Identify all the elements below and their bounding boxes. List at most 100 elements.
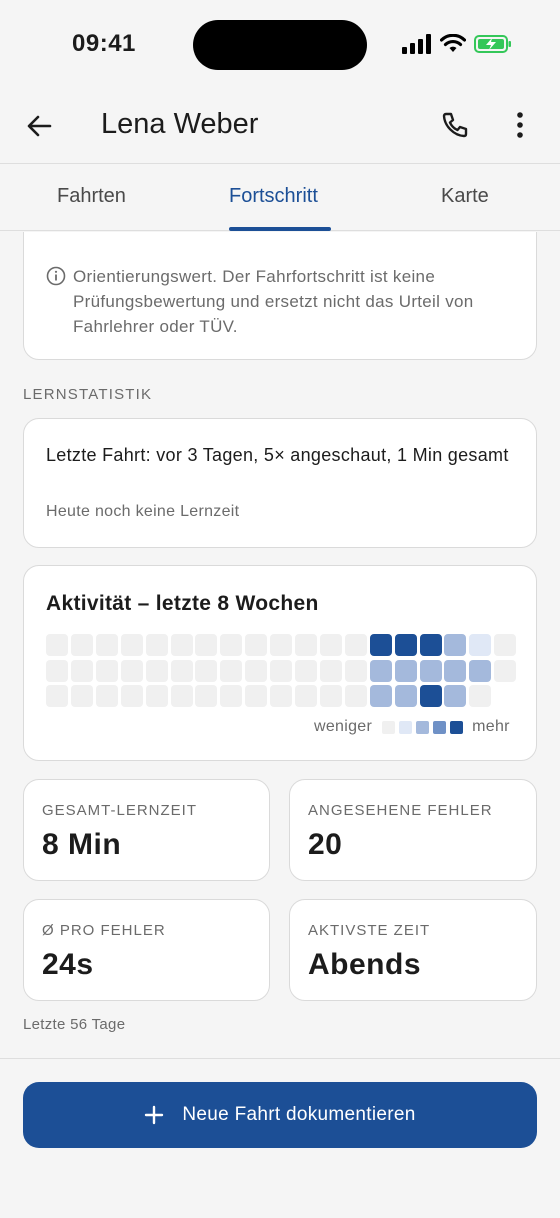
heatmap-cell [245, 685, 268, 707]
heatmap-cell [46, 634, 68, 656]
heatmap-cell [195, 634, 218, 656]
call-button[interactable] [440, 110, 470, 140]
heatmap-cell [220, 685, 243, 707]
heatmap-cell [120, 659, 143, 682]
stat-card-per-error: Ø PRO FEHLER 24s [23, 899, 270, 1001]
stat-label: AKTIVSTE ZEIT [308, 922, 431, 939]
new-drive-button[interactable]: Neue Fahrt dokumentieren [23, 1082, 537, 1148]
heatmap-cell [319, 685, 342, 707]
heatmap-cell [170, 634, 193, 656]
battery-charging-icon [474, 35, 511, 53]
heatmap-legend: weniger mehr [314, 718, 510, 736]
more-vertical-icon [517, 112, 523, 138]
heatmap-cell [95, 634, 118, 656]
status-bar: 09:41 [0, 0, 560, 92]
stat-value: Abends [308, 948, 422, 981]
heatmap-cell [494, 659, 517, 682]
heatmap-cell [444, 634, 467, 656]
last-session-card: Letzte Fahrt: vor 3 Tagen, 5× angeschaut… [23, 418, 537, 548]
stat-label: GESAMT-LERNZEIT [42, 802, 198, 819]
heatmap-cell [394, 659, 417, 682]
progress-content[interactable]: Orientierungswert. Der Fahrfortschritt i… [0, 232, 560, 1058]
heatmap-cell [170, 685, 193, 707]
heatmap-cell [419, 685, 442, 707]
heatmap-cell [469, 659, 492, 682]
stat-value: 20 [308, 828, 343, 861]
heatmap-cell [295, 659, 317, 682]
heatmap-cell [220, 634, 243, 656]
new-drive-label: Neue Fahrt dokumentieren [182, 1104, 416, 1125]
heatmap-cell [469, 634, 492, 656]
activity-title: Aktivität – letzte 8 Wochen [46, 592, 319, 615]
stat-card-errors-viewed: ANGESEHENE FEHLER 20 [289, 779, 537, 881]
heatmap-cell [295, 685, 317, 707]
heatmap-cell [295, 634, 317, 656]
tab-fahrten[interactable]: Fahrten [57, 185, 126, 208]
heatmap-cell [145, 659, 168, 682]
heatmap-cell [344, 634, 367, 656]
legend-level-0 [382, 720, 396, 734]
heatmap-cell [394, 685, 417, 707]
heatmap-cell [469, 685, 492, 707]
phone-icon [442, 112, 468, 138]
heatmap-cell [419, 634, 442, 656]
heatmap-cell [270, 634, 293, 656]
stat-card-most-active-time: AKTIVSTE ZEIT Abends [289, 899, 537, 1001]
status-icons [402, 34, 512, 54]
page-title: Lena Weber [101, 108, 259, 140]
legend-level-3 [433, 720, 447, 734]
tab-fortschritt[interactable]: Fortschritt [229, 185, 318, 208]
heatmap-cell [419, 659, 442, 682]
tab-bar: Fahrten Fortschritt Karte [0, 165, 560, 231]
heatmap-cell [46, 659, 68, 682]
today-status: Heute noch keine Lernzeit [46, 503, 240, 520]
heatmap-cell [494, 634, 517, 656]
legend-level-1 [399, 720, 413, 734]
more-options-button[interactable] [508, 110, 532, 140]
heatmap-cell [344, 685, 367, 707]
heatmap-cell [344, 659, 367, 682]
last-session-summary: Letzte Fahrt: vor 3 Tagen, 5× angeschaut… [46, 445, 509, 465]
app-header: Lena Weber [0, 92, 560, 164]
heatmap-cell [70, 659, 93, 682]
stat-value: 24s [42, 948, 94, 981]
heatmap-cell [444, 659, 467, 682]
heatmap-cell [120, 685, 143, 707]
legend-more-label: mehr [472, 718, 510, 735]
active-tab-indicator [229, 227, 331, 231]
status-time: 09:41 [72, 30, 136, 57]
heatmap-cell [369, 685, 392, 707]
heatmap-cell [394, 634, 417, 656]
stats-period-note: Letzte 56 Tage [23, 1016, 126, 1033]
back-button[interactable] [24, 110, 56, 142]
heatmap-cell [245, 659, 268, 682]
heatmap-cell [195, 685, 218, 707]
arrow-left-icon [27, 115, 52, 137]
heatmap-cell [46, 685, 68, 707]
legend-level-4 [450, 720, 464, 734]
heatmap-cell [369, 659, 392, 682]
heatmap-cell [270, 659, 293, 682]
heatmap-cell [220, 659, 243, 682]
stat-card-total-time: GESAMT-LERNZEIT 8 Min [23, 779, 270, 881]
stat-label: Ø PRO FEHLER [42, 922, 166, 939]
heatmap-cell [70, 685, 93, 707]
tab-karte[interactable]: Karte [441, 185, 489, 208]
heatmap-cell [245, 634, 268, 656]
heatmap-cell [270, 685, 293, 707]
heatmap-cell [444, 685, 467, 707]
legend-level-2 [416, 720, 430, 734]
signal-icon [402, 34, 431, 54]
dynamic-island [193, 20, 367, 70]
heatmap-cell [145, 634, 168, 656]
heatmap-cell [319, 634, 342, 656]
heatmap-cell [319, 659, 342, 682]
disclaimer-text: Orientierungswert. Der Fahrfortschritt i… [73, 267, 474, 336]
heatmap-cell [70, 634, 93, 656]
heatmap-cell [120, 634, 143, 656]
plus-icon [145, 1105, 164, 1125]
heatmap-cell [145, 685, 168, 707]
heatmap-cell [95, 659, 118, 682]
bottom-action-bar: Neue Fahrt dokumentieren [0, 1058, 560, 1218]
heatmap-cell [369, 634, 392, 656]
